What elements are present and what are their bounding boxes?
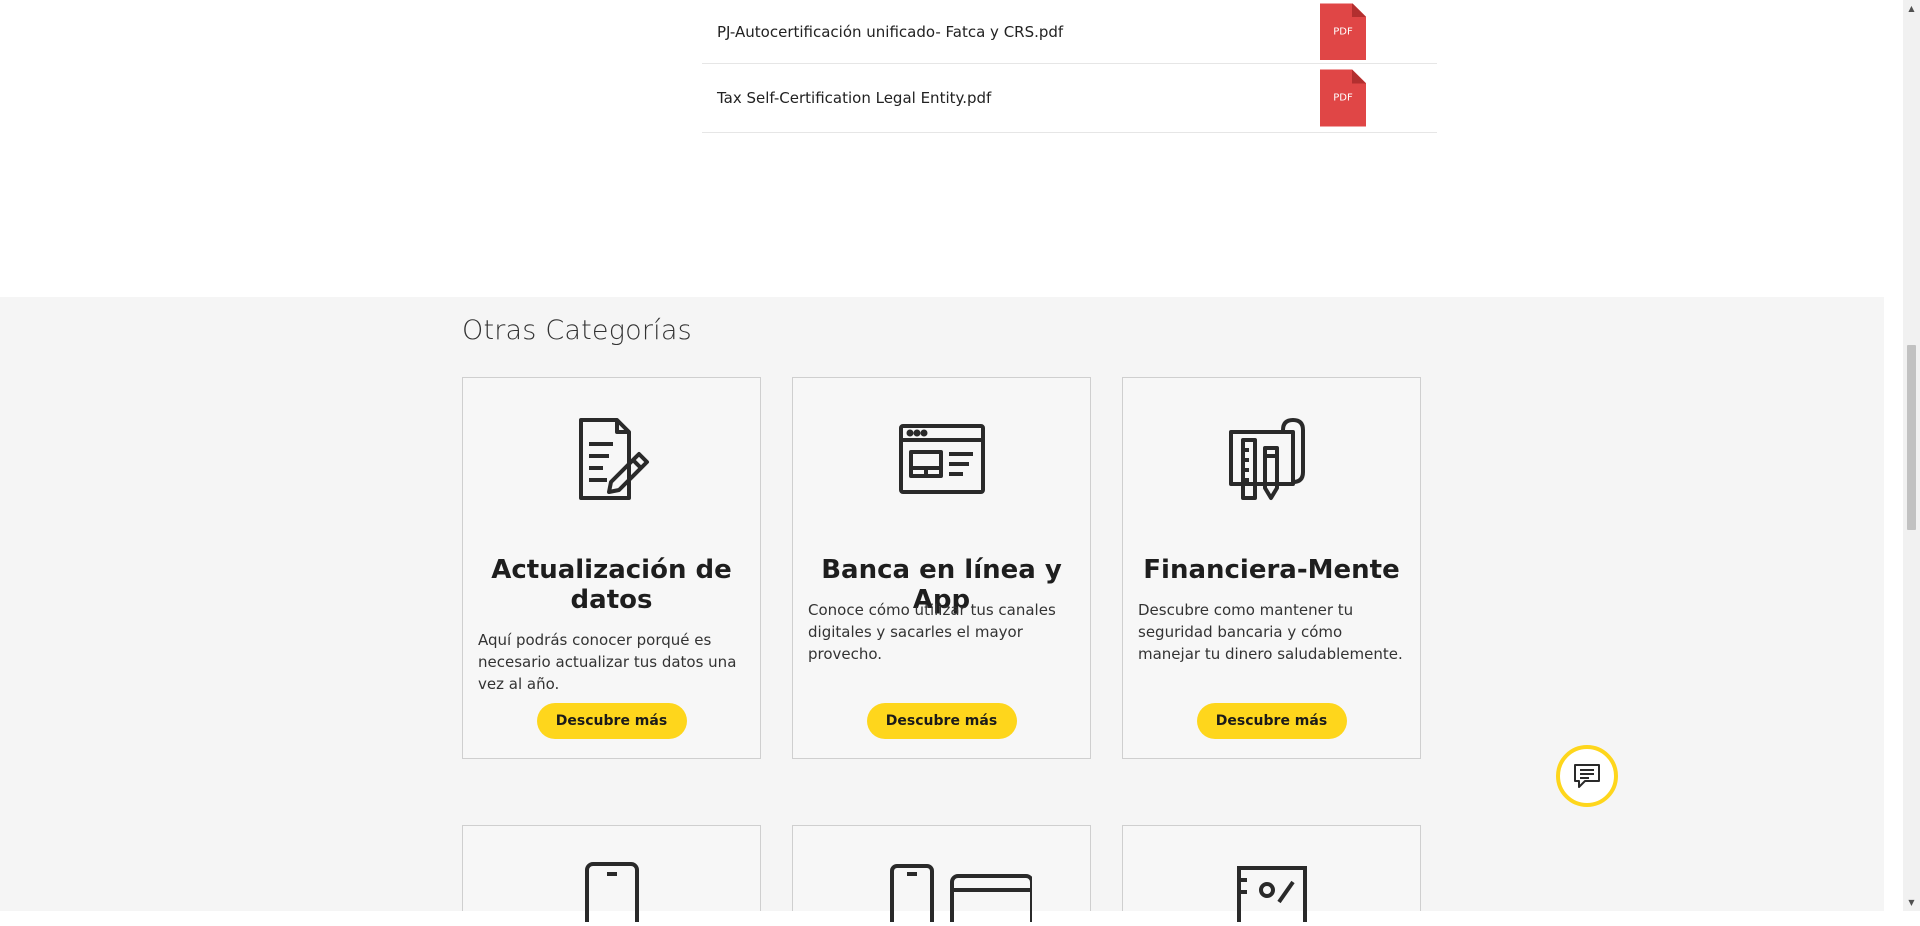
category-card-partial [462,825,761,922]
card-title: Actualización de datos [491,555,732,615]
section-title: Otras Categorías [462,315,692,346]
discover-more-button[interactable]: Descubre más [1196,703,1347,739]
scroll-down-arrow-icon[interactable]: ▼ [1903,894,1920,911]
document-name[interactable]: Tax Self-Certification Legal Entity.pdf [717,89,991,107]
chat-button[interactable] [1556,745,1618,807]
card-title: Financiera-Mente [1143,555,1400,585]
document-edit-icon [578,418,649,500]
card-description: Conoce cómo utilizar tus canales digital… [808,601,1056,663]
discover-more-button[interactable]: Descubre más [536,703,687,739]
card-description: Aquí podrás conocer porqué es necesario … [478,631,737,693]
browser-window-icon [898,424,985,494]
other-categories-section: Otras Categorías Actualización de datos … [0,297,1884,922]
category-card-actualizacion: Actualización de datos Aquí podrás conoc… [462,377,761,759]
tablet-icon [584,862,639,922]
scrollbar-thumb[interactable] [1907,345,1916,530]
discover-more-button[interactable]: Descubre más [866,703,1017,739]
pdf-icon[interactable]: PDF [1320,3,1366,60]
documents-list: PJ-Autocertificación unificado- Fatca y … [702,0,1437,133]
id-card-icon [1236,866,1307,922]
category-card-partial [792,825,1091,922]
document-row[interactable]: PJ-Autocertificación unificado- Fatca y … [702,0,1437,64]
category-card-partial [1122,825,1421,922]
document-row[interactable]: Tax Self-Certification Legal Entity.pdf … [702,64,1437,133]
finance-tools-icon [1228,418,1305,500]
pdf-icon[interactable]: PDF [1320,69,1366,127]
phone-card-icon [889,864,1032,922]
card-description: Descubre como mantener tu seguridad banc… [1138,601,1403,663]
category-card-banca: Banca en línea y App Conoce cómo utiliza… [792,377,1091,759]
chat-icon [1574,764,1600,788]
vertical-scrollbar[interactable]: ▲ ▼ [1903,0,1920,911]
scroll-up-arrow-icon[interactable]: ▲ [1903,0,1920,17]
document-name[interactable]: PJ-Autocertificación unificado- Fatca y … [717,23,1063,41]
category-card-financiera: Financiera-Mente Descubre como mantener … [1122,377,1421,759]
